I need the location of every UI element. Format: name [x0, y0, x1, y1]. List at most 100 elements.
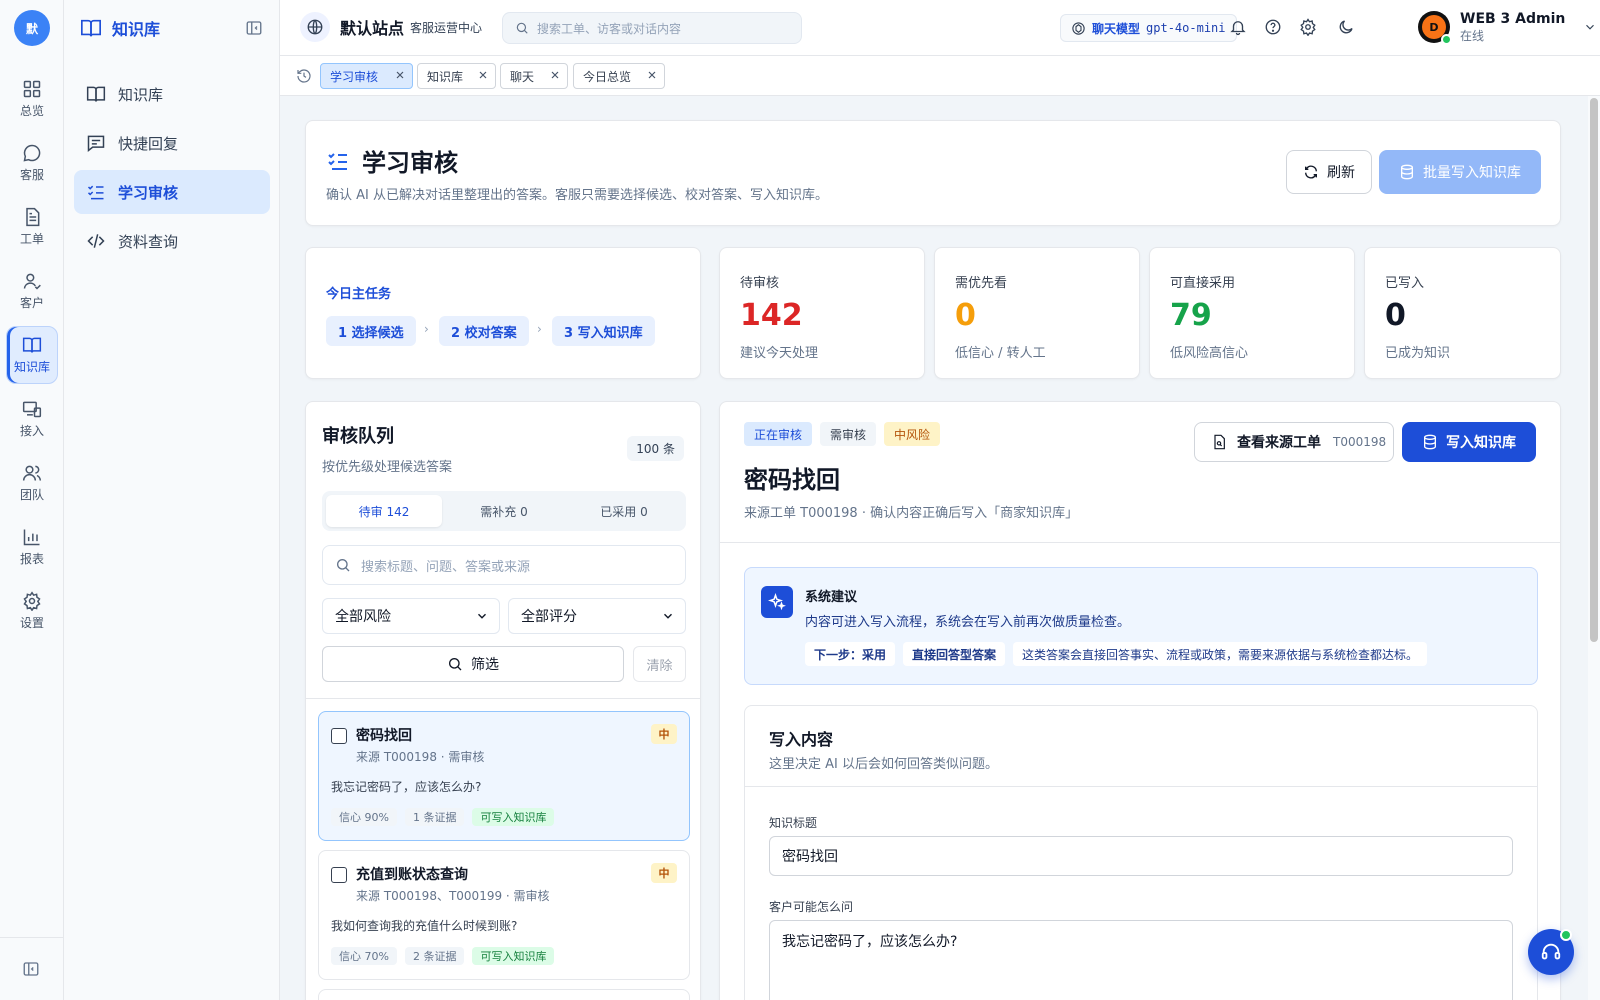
- collapse-sidebar-icon[interactable]: [245, 19, 263, 37]
- stat-value: 0: [1385, 298, 1406, 333]
- stat-value: 142: [740, 298, 803, 333]
- bell-icon[interactable]: [1229, 18, 1247, 36]
- evidence-tag: 1 条证据: [404, 808, 465, 826]
- review-detail-panel: 正在审核 需审核 中风险 密码找回 来源工单 T000198 · 确认内容正确后…: [719, 401, 1561, 1000]
- clear-button[interactable]: 清除: [633, 646, 686, 682]
- code-icon: [87, 234, 105, 248]
- view-source-ticket-button[interactable]: 查看来源工单 T000198: [1194, 422, 1394, 462]
- queue-item-checkbox[interactable]: [331, 728, 347, 744]
- gear-icon[interactable]: [1299, 18, 1317, 36]
- refresh-button[interactable]: 刷新: [1286, 150, 1372, 194]
- source-ticket-code: T000198: [1333, 435, 1387, 449]
- answer-type-chip: 直接回答型答案: [903, 642, 1006, 666]
- search-icon: [337, 559, 350, 572]
- tab-need-supplement[interactable]: 需补充 0: [446, 495, 562, 527]
- rail-item-settings[interactable]: 设置: [6, 582, 58, 640]
- page-scrollbar[interactable]: [1588, 96, 1600, 1000]
- user-status: 在线: [1460, 29, 1485, 43]
- risk-select[interactable]: 全部风险: [322, 598, 500, 634]
- queue-item[interactable]: 密码找回 来源 T000198 · 需审核 中 我忘记密码了，应该怎么办? 信心…: [318, 711, 690, 841]
- answer-type-explanation: 这类答案会直接回答事实、流程或政策，需要来源依据与系统检查都达标。: [1013, 642, 1428, 666]
- rail-item-overview[interactable]: 总览: [6, 70, 58, 128]
- sidebar: 知识库 知识库 快捷回复 学习审核 资料查询: [64, 0, 280, 1000]
- stat-label: 已写入: [1385, 276, 1425, 291]
- support-chat-button[interactable]: [1528, 929, 1574, 975]
- step-select-candidate[interactable]: 1 选择候选: [326, 316, 416, 346]
- filter-button[interactable]: 筛选: [322, 646, 624, 682]
- expand-rail-icon[interactable]: [22, 960, 40, 978]
- chat-model-selector[interactable]: 聊天模型 gpt-4o-mini: [1060, 14, 1237, 42]
- customer-question-field[interactable]: 我忘记密码了，应该怎么办?: [769, 920, 1513, 1000]
- sidebar-header: 知识库: [80, 16, 263, 40]
- sidebar-item-label: 快捷回复: [118, 134, 179, 153]
- rail-item-reports[interactable]: 报表: [6, 518, 58, 576]
- close-icon[interactable]: [646, 69, 658, 81]
- queue-item[interactable]: 充值到账状态查询 来源 T000198、T000199 · 需审核 中 我如何查…: [318, 850, 690, 980]
- customer-icon: [23, 273, 41, 290]
- queue-item-checkbox[interactable]: [331, 867, 347, 883]
- sidebar-item-label: 资料查询: [118, 232, 179, 251]
- rail-item-team[interactable]: 团队: [6, 454, 58, 512]
- help-icon[interactable]: [1264, 18, 1282, 36]
- write-knowledge-button[interactable]: 写入知识库: [1402, 422, 1536, 462]
- close-icon[interactable]: [549, 69, 561, 81]
- sidebar-item-quick-reply[interactable]: 快捷回复: [74, 121, 270, 165]
- global-search-input[interactable]: 搜索工单、访客或对话内容: [502, 12, 802, 44]
- rail-item-access[interactable]: 接入: [6, 390, 58, 448]
- evidence-tag: 2 条证据: [404, 947, 465, 965]
- knowledge-title-field[interactable]: 密码找回: [769, 836, 1513, 876]
- rail-item-service[interactable]: 客服: [6, 134, 58, 192]
- tab-chat[interactable]: 聊天: [500, 63, 568, 89]
- stat-label: 可直接采用: [1170, 276, 1236, 291]
- queue-item-source: 来源 T000198、T000199 · 需审核: [356, 889, 550, 903]
- devices-icon: [22, 401, 42, 418]
- scrollbar-thumb[interactable]: [1590, 98, 1598, 642]
- moon-icon[interactable]: [1337, 18, 1355, 36]
- chevron-right-icon: ›: [537, 322, 542, 336]
- online-dot: [1441, 34, 1452, 45]
- stat-card-priority: 需优先看 0 低信心 / 转人工: [934, 247, 1140, 379]
- queue-item[interactable]: [318, 989, 690, 1000]
- stat-subtext: 已成为知识: [1385, 346, 1451, 361]
- sidebar-item-label: 学习审核: [118, 183, 179, 202]
- user-menu[interactable]: D WEB 3 Admin 在线: [1418, 10, 1597, 45]
- sidebar-item-learning-review[interactable]: 学习审核: [74, 170, 270, 214]
- writable-tag: 可写入知识库: [472, 808, 555, 826]
- queue-search-input[interactable]: 搜索标题、问题、答案或来源: [322, 545, 686, 585]
- risk-badge: 中: [651, 863, 677, 883]
- stat-card-adoptable: 可直接采用 79 低风险高信心: [1149, 247, 1355, 379]
- rail-label: 客户: [19, 296, 44, 310]
- batch-write-button[interactable]: 批量写入知识库: [1379, 150, 1541, 194]
- step-write-knowledge[interactable]: 3 写入知识库: [552, 316, 655, 346]
- step-proofread-answer[interactable]: 2 校对答案: [439, 316, 529, 346]
- history-icon[interactable]: [296, 68, 312, 84]
- site-switcher[interactable]: 默认站点 客服运营中心: [300, 12, 482, 42]
- tab-adopted[interactable]: 已采用 0: [566, 495, 682, 527]
- suggestion-chips: 下一步：采用 直接回答型答案 这类答案会直接回答事实、流程或政策，需要来源依据与…: [805, 642, 1428, 666]
- filter-label: 筛选: [471, 657, 499, 673]
- score-select[interactable]: 全部评分: [508, 598, 686, 634]
- app-rail: 默 总览 客服 工单 客户 知识库 接入 团队 报表 设置: [0, 0, 64, 1000]
- chevron-down-icon: [664, 613, 672, 619]
- app-logo[interactable]: 默: [14, 10, 50, 46]
- tab-label: 今日总览: [583, 69, 632, 84]
- rail-item-knowledge[interactable]: 知识库: [6, 326, 58, 384]
- rail-item-customers[interactable]: 客户: [6, 262, 58, 320]
- rail-label: 工单: [19, 232, 44, 246]
- sidebar-item-knowledge[interactable]: 知识库: [74, 72, 270, 116]
- tab-pending[interactable]: 待审 142: [326, 495, 442, 527]
- score-select-value: 全部评分: [521, 609, 577, 625]
- main-task-card: 今日主任务 1 选择候选 › 2 校对答案 › 3 写入知识库: [305, 247, 701, 379]
- headset-icon: [1541, 943, 1561, 960]
- rail-item-tickets[interactable]: 工单: [6, 198, 58, 256]
- write-knowledge-label: 写入知识库: [1446, 435, 1516, 451]
- tab-today-overview[interactable]: 今日总览: [573, 63, 665, 89]
- close-icon[interactable]: [394, 69, 406, 81]
- stat-subtext: 低风险高信心: [1170, 346, 1249, 361]
- tab-knowledge[interactable]: 知识库: [417, 63, 496, 89]
- rail-label: 团队: [19, 488, 44, 502]
- tab-learning-review[interactable]: 学习审核: [320, 63, 413, 89]
- status-badges: 正在审核 需审核 中风险: [744, 422, 941, 446]
- sidebar-item-data-query[interactable]: 资料查询: [74, 219, 270, 263]
- close-icon[interactable]: [477, 69, 489, 81]
